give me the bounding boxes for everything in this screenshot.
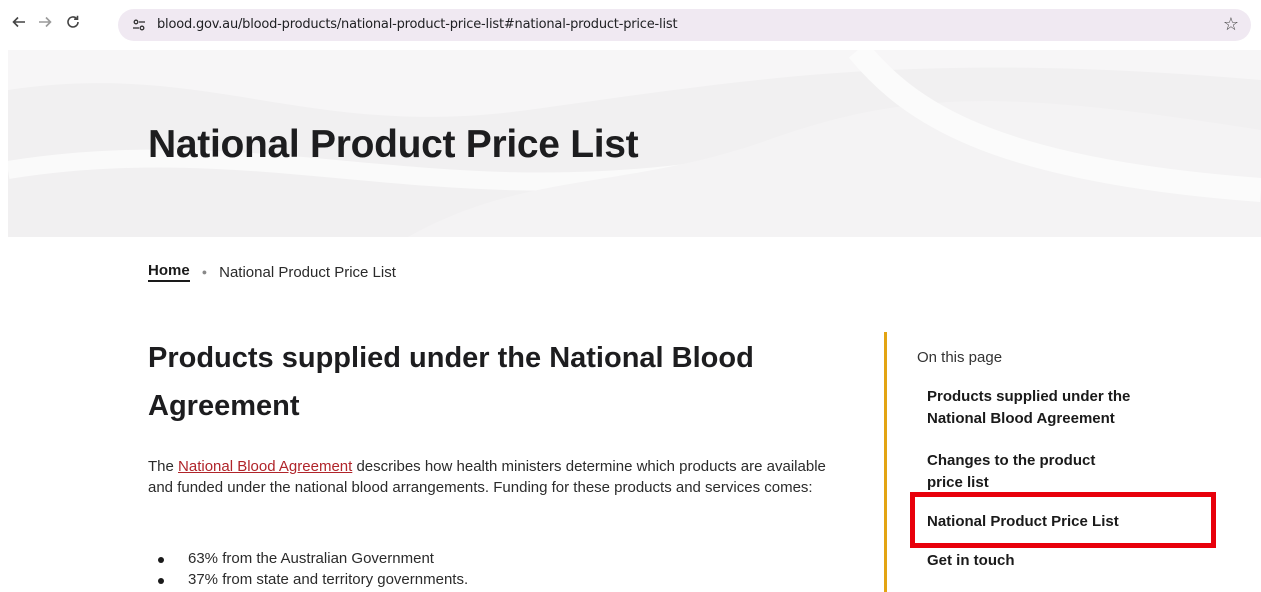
funding-list: 63% from the Australian Government 37% f… [158, 548, 468, 590]
breadcrumb-current: National Product Price List [219, 263, 396, 281]
site-info-icon[interactable] [130, 16, 148, 34]
intro-paragraph: The National Blood Agreement describes h… [148, 456, 838, 498]
on-this-page-sidebar: On this page Products supplied under the… [884, 332, 1244, 592]
back-arrow-icon[interactable] [9, 12, 29, 32]
hero-banner: National Product Price List [8, 50, 1261, 237]
bookmark-star-icon[interactable]: ☆ [1223, 14, 1239, 35]
address-bar[interactable]: blood.gov.au/blood-products/national-pro… [118, 9, 1251, 41]
breadcrumb-separator: ● [201, 267, 208, 277]
url-text[interactable]: blood.gov.au/blood-products/national-pro… [157, 17, 678, 32]
sidebar-title: On this page [917, 349, 1003, 366]
sidebar-link-get-in-touch[interactable]: Get in touch [927, 550, 1147, 572]
reload-icon[interactable] [63, 12, 83, 32]
sidebar-link-changes[interactable]: Changes to the product price list [927, 450, 1107, 494]
breadcrumb-home-link[interactable]: Home [148, 262, 190, 282]
forward-arrow-icon[interactable] [35, 12, 55, 32]
intro-prefix: The [148, 458, 179, 475]
section-heading: Products supplied under the National Blo… [148, 342, 754, 422]
national-blood-agreement-link[interactable]: National Blood Agreement [178, 458, 352, 475]
breadcrumb: Home ● National Product Price List [148, 262, 396, 282]
list-item: 37% from state and territory governments… [158, 569, 468, 590]
list-item: 63% from the Australian Government [158, 548, 468, 569]
browser-toolbar: blood.gov.au/blood-products/national-pro… [0, 0, 1261, 50]
sidebar-link-products-supplied[interactable]: Products supplied under the National Blo… [927, 386, 1147, 430]
sidebar-link-price-list[interactable]: National Product Price List [927, 511, 1147, 533]
page-title: National Product Price List [148, 123, 639, 166]
